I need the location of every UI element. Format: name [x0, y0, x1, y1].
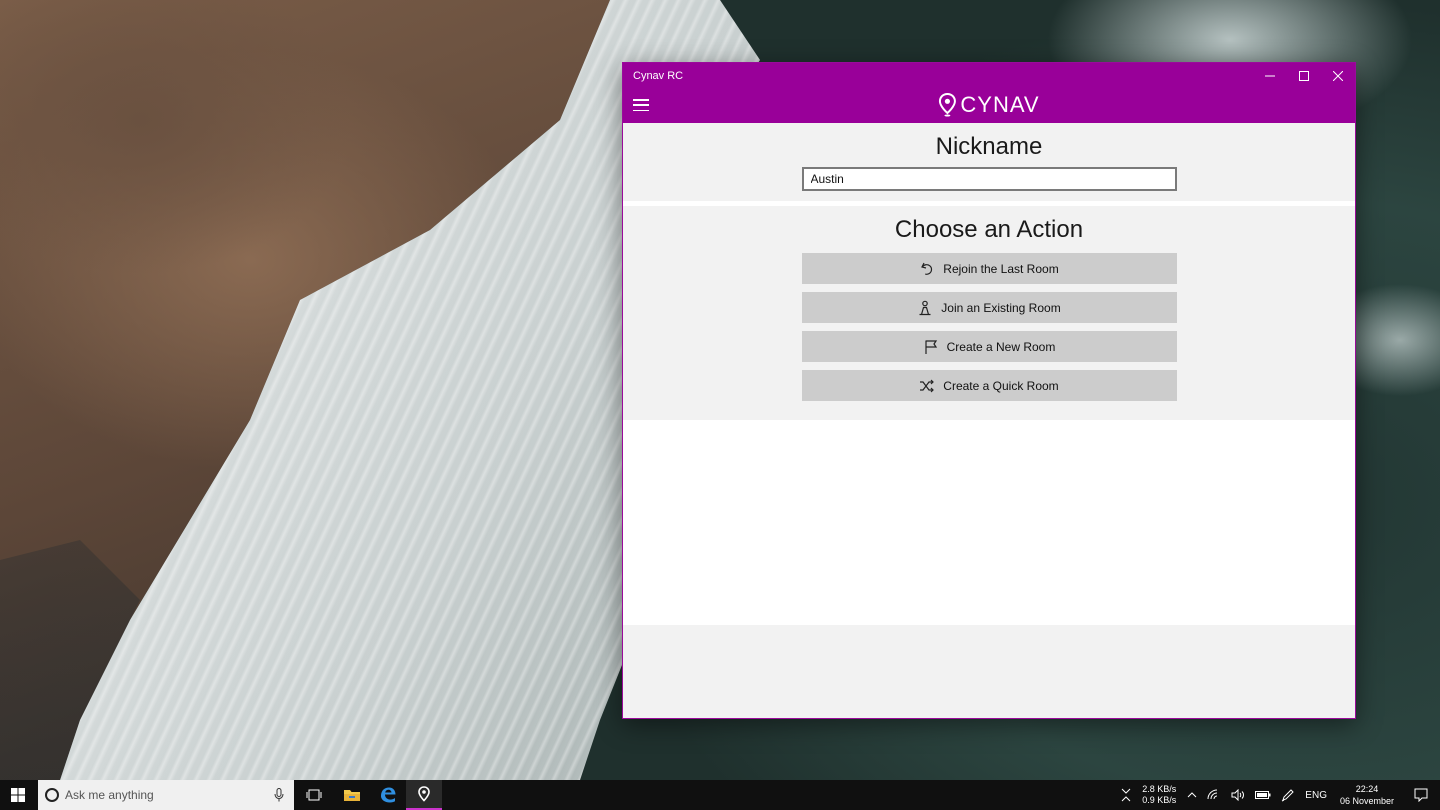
- cynav-taskbar-button[interactable]: [406, 780, 442, 810]
- actions-section: Choose an Action Rejoin the Last Room Jo…: [623, 206, 1355, 420]
- clock-time: 22:24: [1355, 784, 1379, 794]
- speaker-icon: [1231, 789, 1245, 801]
- close-icon: [1333, 71, 1343, 81]
- clock-date: 06 November: [1339, 796, 1394, 806]
- close-button[interactable]: [1321, 63, 1355, 89]
- pen-icon: [1282, 789, 1295, 802]
- cortana-search-box[interactable]: Ask me anything: [38, 780, 294, 810]
- network-speed-toggle[interactable]: [1116, 780, 1136, 810]
- search-placeholder: Ask me anything: [65, 788, 154, 802]
- notification-icon: [1414, 788, 1428, 802]
- volume-button[interactable]: [1226, 780, 1250, 810]
- task-view-icon: [306, 789, 322, 801]
- create-quick-room-button[interactable]: Create a Quick Room: [801, 370, 1177, 401]
- download-speed: 2.8 KB/s: [1142, 784, 1177, 794]
- map-pin-icon: [418, 786, 430, 802]
- folder-icon: [344, 790, 360, 801]
- shuffle-icon: [920, 379, 935, 392]
- task-view-button[interactable]: [296, 780, 332, 810]
- content-bottom-area: [623, 625, 1355, 718]
- create-quick-room-label: Create a Quick Room: [943, 378, 1059, 393]
- app-header: CYNAV: [623, 89, 1355, 123]
- pen-button[interactable]: [1276, 780, 1300, 810]
- cortana-icon: [45, 788, 59, 802]
- window-title: Cynav RC: [633, 70, 684, 82]
- nickname-heading: Nickname: [935, 133, 1043, 160]
- taskbar: Ask me anything 2.8 KB/s 0.9 KB/s ENG 22…: [0, 780, 1440, 810]
- brand-logo: CYNAV: [938, 92, 1039, 118]
- chevron-updown-icon: [1121, 788, 1131, 802]
- maximize-button[interactable]: [1287, 63, 1321, 89]
- main-content: Nickname Choose an Action Rejoin the Las…: [623, 123, 1355, 718]
- battery-icon: [1255, 791, 1271, 799]
- join-existing-room-button[interactable]: Join an Existing Room: [801, 292, 1177, 323]
- wifi-icon: [1207, 789, 1218, 800]
- window-controls: [1253, 63, 1355, 89]
- join-existing-room-label: Join an Existing Room: [941, 300, 1061, 315]
- flag-icon: [925, 339, 937, 354]
- hamburger-icon[interactable]: [633, 99, 649, 111]
- content-blank-area: [623, 420, 1355, 625]
- rejoin-last-room-label: Rejoin the Last Room: [943, 261, 1059, 276]
- map-pin-icon: [938, 93, 956, 117]
- system-tray: 2.8 KB/s 0.9 KB/s ENG 22:24 06 November: [1116, 780, 1440, 810]
- chevron-up-icon: [1187, 792, 1197, 798]
- windows-logo-icon: [11, 788, 25, 802]
- brand-name: CYNAV: [960, 92, 1040, 117]
- microphone-icon[interactable]: [274, 788, 284, 802]
- actions-heading: Choose an Action: [894, 216, 1084, 243]
- wifi-button[interactable]: [1202, 780, 1226, 810]
- show-hidden-icons-button[interactable]: [1182, 780, 1202, 810]
- nickname-section: Nickname: [623, 123, 1355, 206]
- rejoin-last-room-button[interactable]: Rejoin the Last Room: [801, 253, 1177, 284]
- undo-icon: [921, 262, 933, 275]
- edge-browser-button[interactable]: [370, 780, 406, 810]
- edge-icon: [381, 787, 396, 803]
- nickname-input[interactable]: [801, 167, 1177, 191]
- maximize-icon: [1299, 71, 1309, 81]
- minimize-icon: [1265, 75, 1275, 77]
- input-language[interactable]: ENG: [1300, 780, 1332, 810]
- network-speed: 2.8 KB/s 0.9 KB/s: [1136, 780, 1182, 810]
- battery-button[interactable]: [1250, 780, 1276, 810]
- person-icon: [919, 300, 931, 315]
- window-titlebar[interactable]: Cynav RC: [623, 63, 1355, 89]
- create-new-room-button[interactable]: Create a New Room: [801, 331, 1177, 362]
- start-button[interactable]: [0, 780, 36, 810]
- file-explorer-button[interactable]: [334, 780, 370, 810]
- upload-speed: 0.9 KB/s: [1142, 795, 1177, 805]
- app-window: Cynav RC CYNAV Nickname Austin Choose an…: [622, 62, 1356, 719]
- create-new-room-label: Create a New Room: [946, 339, 1056, 354]
- minimize-button[interactable]: [1253, 63, 1287, 89]
- action-center-button[interactable]: [1402, 780, 1440, 810]
- clock[interactable]: 22:24 06 November: [1332, 780, 1402, 810]
